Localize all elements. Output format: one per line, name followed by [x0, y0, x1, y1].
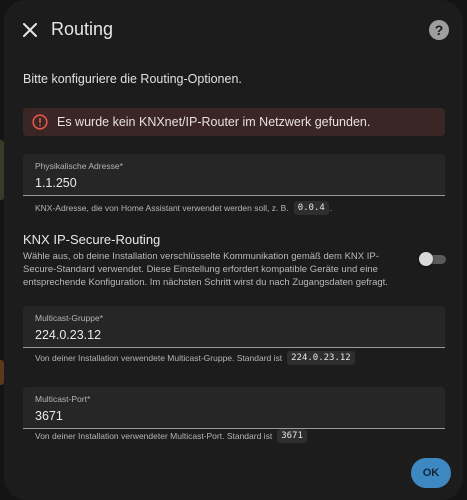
- multicast-port-helper: Von deiner Installation verwendeter Mult…: [35, 429, 307, 443]
- close-button[interactable]: [16, 16, 44, 44]
- field-value[interactable]: 224.0.23.12: [35, 328, 101, 342]
- physical-address-field[interactable]: Physikalische Adresse* 1.1.250: [23, 154, 445, 196]
- field-value[interactable]: 3671: [35, 409, 63, 423]
- helper-suffix: .: [329, 203, 333, 213]
- close-icon: [23, 23, 37, 37]
- field-value[interactable]: 1.1.250: [35, 176, 77, 190]
- field-label: Physikalische Adresse*: [35, 161, 123, 171]
- intro-text: Bitte konfiguriere die Routing-Optionen.: [23, 72, 242, 86]
- helper-code: 3671: [277, 429, 307, 443]
- dialog-title: Routing: [51, 19, 114, 39]
- alert-message: Es wurde kein KNXnet/IP-Router im Netzwe…: [57, 115, 371, 129]
- help-button[interactable]: ?: [429, 20, 449, 40]
- ok-button[interactable]: OK: [411, 458, 451, 488]
- helper-code: 224.0.23.12: [287, 351, 355, 365]
- helper-code: 0.0.4: [293, 201, 329, 215]
- secure-routing-description: Wähle aus, ob deine Installation verschl…: [23, 251, 388, 288]
- secure-routing-toggle[interactable]: [419, 251, 447, 267]
- help-icon: ?: [434, 22, 444, 38]
- physical-address-helper: KNX-Adresse, die von Home Assistant verw…: [35, 201, 332, 215]
- toggle-thumb: [419, 252, 433, 266]
- routing-dialog: Routing ? Bitte konfiguriere die Routing…: [4, 0, 463, 500]
- helper-text: Von deiner Installation verwendeter Mult…: [35, 431, 273, 441]
- error-icon: [32, 114, 48, 130]
- helper-text: KNX-Adresse, die von Home Assistant verw…: [35, 203, 289, 213]
- multicast-group-field[interactable]: Multicast-Gruppe* 224.0.23.12: [23, 306, 445, 348]
- secure-routing-title: KNX IP-Secure-Routing: [23, 232, 161, 247]
- helper-text: Von deiner Installation verwendete Multi…: [35, 353, 283, 363]
- error-alert: Es wurde kein KNXnet/IP-Router im Netzwe…: [23, 108, 445, 136]
- field-label: Multicast-Port*: [35, 394, 91, 404]
- multicast-port-field[interactable]: Multicast-Port* 3671: [23, 387, 445, 429]
- field-label: Multicast-Gruppe*: [35, 313, 104, 323]
- dialog-header: Routing ?: [4, 0, 463, 60]
- multicast-group-helper: Von deiner Installation verwendete Multi…: [35, 351, 355, 365]
